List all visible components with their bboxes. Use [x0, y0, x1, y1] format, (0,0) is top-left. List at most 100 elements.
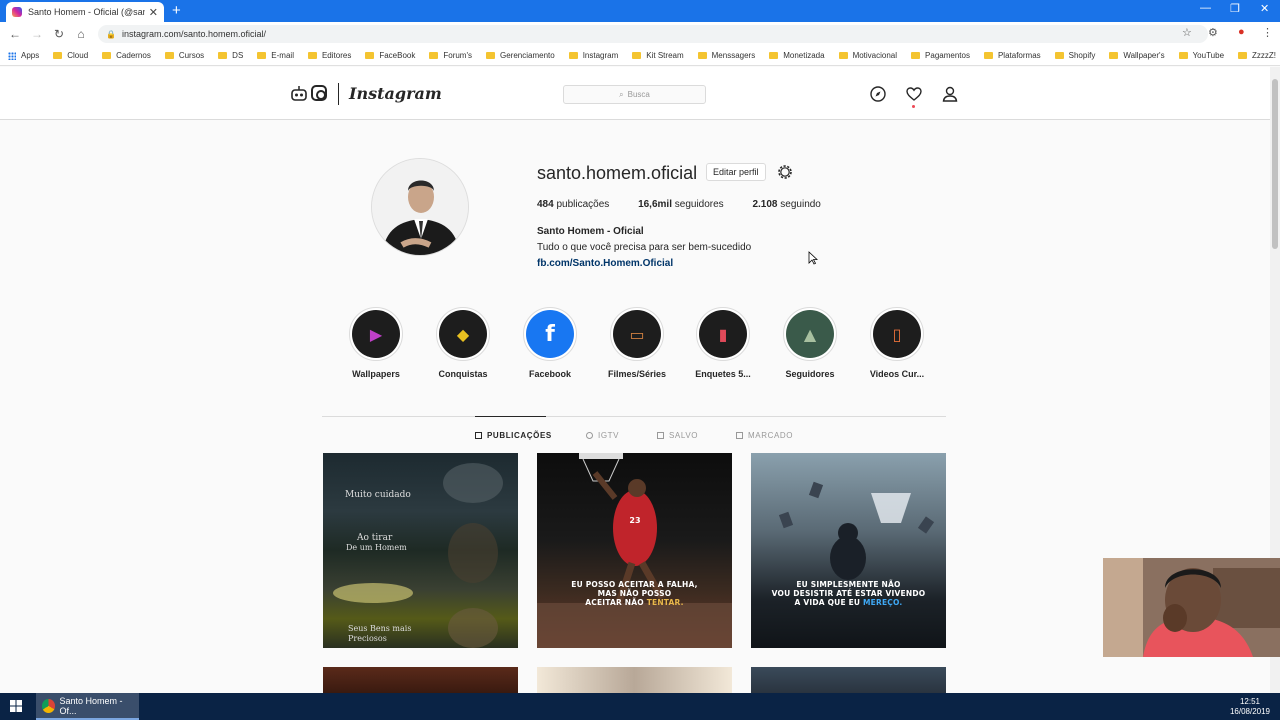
new-tab-button[interactable]: + [172, 2, 181, 20]
bookmark-folder[interactable]: Monetizada [769, 51, 825, 60]
post-text: De um Homem [346, 543, 407, 552]
maximize-button[interactable]: ❐ [1230, 2, 1240, 15]
folder-icon [1178, 52, 1188, 59]
explore-compass-icon[interactable] [870, 86, 886, 102]
bookmark-label: Cloud [67, 51, 89, 60]
post-caption: EU SIMPLESMENTE NÃO VOU DESISTIR ATÉ EST… [771, 580, 926, 607]
facebook-icon: f [526, 310, 574, 358]
bookmark-folder[interactable]: FaceBook [365, 51, 415, 60]
minimize-button[interactable]: — [1200, 2, 1211, 14]
home-icon[interactable]: ⌂ [70, 27, 92, 41]
highlight-item[interactable]: ▶ Wallpapers [341, 307, 411, 379]
bookmark-label: Kit Stream [646, 51, 684, 60]
bookmark-folder[interactable]: Cloud [53, 51, 88, 60]
highlight-item[interactable]: ▲ Seguidores [775, 307, 845, 379]
bookmark-folder[interactable]: YouTube [1178, 51, 1224, 60]
bookmark-folder[interactable]: Menssagers [697, 51, 755, 60]
edit-profile-button[interactable]: Editar perfil [706, 163, 766, 181]
taskbar-chrome-task[interactable]: Santo Homem - Of... [36, 693, 139, 720]
robot-extension-icon[interactable] [290, 85, 308, 103]
scrollbar-thumb[interactable] [1272, 79, 1278, 249]
chrome-icon [42, 698, 56, 713]
bookmark-folder[interactable]: Pagamentos [911, 51, 970, 60]
bookmark-folder[interactable]: Plataformas [983, 51, 1041, 60]
bookmark-folder[interactable]: Cursos [164, 51, 204, 60]
close-window-button[interactable]: ✕ [1260, 2, 1269, 15]
folder-icon [838, 52, 848, 59]
close-tab-icon[interactable]: ✕ [149, 6, 158, 19]
posts-stat[interactable]: 484 publicações [537, 199, 609, 210]
instagram-favicon-icon [12, 7, 22, 17]
search-input[interactable]: ⌕ Busca [563, 85, 706, 104]
bookmark-folder[interactable]: E-mail [257, 51, 294, 60]
url-text: instagram.com/santo.homem.oficial/ [121, 29, 267, 39]
folder-icon [632, 52, 642, 59]
browser-tab[interactable]: Santo Homem - Oficial (@santo.h ✕ [6, 2, 164, 22]
post-thumbnail[interactable]: Muito cuidado Ao tirar De um Homem Seus … [323, 453, 518, 648]
windows-start-icon[interactable] [10, 700, 22, 712]
profile-stats: 484 publicações 16,6mil seguidores 2.108… [537, 199, 847, 210]
instagram-wordmark[interactable]: Instagram [349, 84, 442, 103]
bookmark-folder[interactable]: Instagram [568, 51, 618, 60]
bookmark-folder[interactable]: Editores [307, 51, 352, 60]
bookmark-label: Editores [321, 51, 352, 60]
profile-user-icon[interactable] [942, 86, 958, 102]
reload-icon[interactable]: ↻ [48, 27, 70, 41]
bookmark-folder[interactable]: ZzzzZ! [1238, 51, 1276, 60]
bookmark-label: Cadernos [116, 51, 151, 60]
folder-icon [218, 52, 228, 59]
tab-salvo[interactable]: SALVO [657, 431, 698, 440]
followers-stat[interactable]: 16,6mil seguidores [638, 199, 724, 210]
highlight-label: Videos Cur... [869, 369, 925, 379]
active-tab-indicator [475, 416, 546, 417]
bookmark-folder[interactable]: Kit Stream [632, 51, 684, 60]
instagram-camera-icon[interactable] [311, 85, 327, 101]
highlight-item[interactable]: ▮ Enquetes 5... [688, 307, 758, 379]
folder-icon [365, 52, 375, 59]
highlight-item[interactable]: ◆ Conquistas [428, 307, 498, 379]
bookmark-label: Pagamentos [925, 51, 970, 60]
highlight-label: Conquistas [438, 369, 488, 379]
folder-icon [1054, 52, 1064, 59]
highlight-label: Filmes/Séries [607, 369, 667, 379]
folder-icon [164, 52, 174, 59]
post-thumbnail[interactable]: EU SIMPLESMENTE NÃO VOU DESISTIR ATÉ EST… [751, 453, 946, 648]
bookmark-folder[interactable]: Forum's [429, 51, 472, 60]
bookmark-folder[interactable]: Gerenciamento [486, 51, 555, 60]
bookmark-folder[interactable]: DS [218, 51, 243, 60]
post-thumbnail[interactable] [537, 667, 732, 693]
bookmark-folder[interactable]: Cadernos [102, 51, 151, 60]
menu-kebab-icon[interactable]: ⋮ [1262, 26, 1273, 39]
bookmark-star-icon[interactable]: ☆ [1182, 26, 1192, 39]
profile-avatar[interactable] [371, 158, 469, 256]
profile-link[interactable]: fb.com/Santo.Homem.Oficial [537, 258, 673, 269]
settings-gear-icon[interactable] [777, 164, 793, 180]
taskbar-clock[interactable]: 12:51 16/08/2019 [1230, 697, 1270, 717]
tab-marcado[interactable]: MARCADO [736, 431, 793, 440]
highlight-item[interactable]: ▯ Videos Cur... [862, 307, 932, 379]
tab-title: Santo Homem - Oficial (@santo.h [28, 7, 145, 17]
folder-icon [983, 52, 993, 59]
post-thumbnail[interactable] [323, 667, 518, 693]
tab-publicacoes[interactable]: PUBLICAÇÕES [475, 431, 552, 440]
post-thumbnail[interactable] [751, 667, 946, 693]
bookmark-label: Wallpaper's [1123, 51, 1165, 60]
highlight-item[interactable]: f Facebook [515, 307, 585, 379]
forward-icon[interactable]: → [26, 27, 48, 41]
bookmark-folder[interactable]: Shopify [1054, 51, 1095, 60]
tab-igtv[interactable]: IGTV [586, 431, 619, 440]
following-stat[interactable]: 2.108 seguindo [752, 199, 820, 210]
bookmark-folder[interactable]: Wallpaper's [1109, 51, 1165, 60]
extension-icon[interactable]: ● [1238, 26, 1245, 38]
url-field[interactable]: 🔒 instagram.com/santo.homem.oficial/ [98, 25, 1208, 43]
bookmark-apps[interactable]: Apps [8, 51, 39, 60]
post-thumbnail[interactable]: 23 EU POSSO ACEITAR A FALHA, MAS NÃO POS… [537, 453, 732, 648]
heart-activity-icon[interactable] [906, 86, 922, 102]
grid-icon [475, 432, 482, 439]
highlight-item[interactable]: ▭ Filmes/Séries [602, 307, 672, 379]
back-icon[interactable]: ← [4, 27, 26, 41]
bookmarks-bar: Apps Cloud Cadernos Cursos DS E-mail Editores F… [0, 46, 1280, 66]
highlight-ring: ▶ [349, 307, 403, 361]
bookmark-folder[interactable]: Motivacional [838, 51, 897, 60]
extension-robot-icon[interactable]: ⚙ [1208, 26, 1218, 39]
